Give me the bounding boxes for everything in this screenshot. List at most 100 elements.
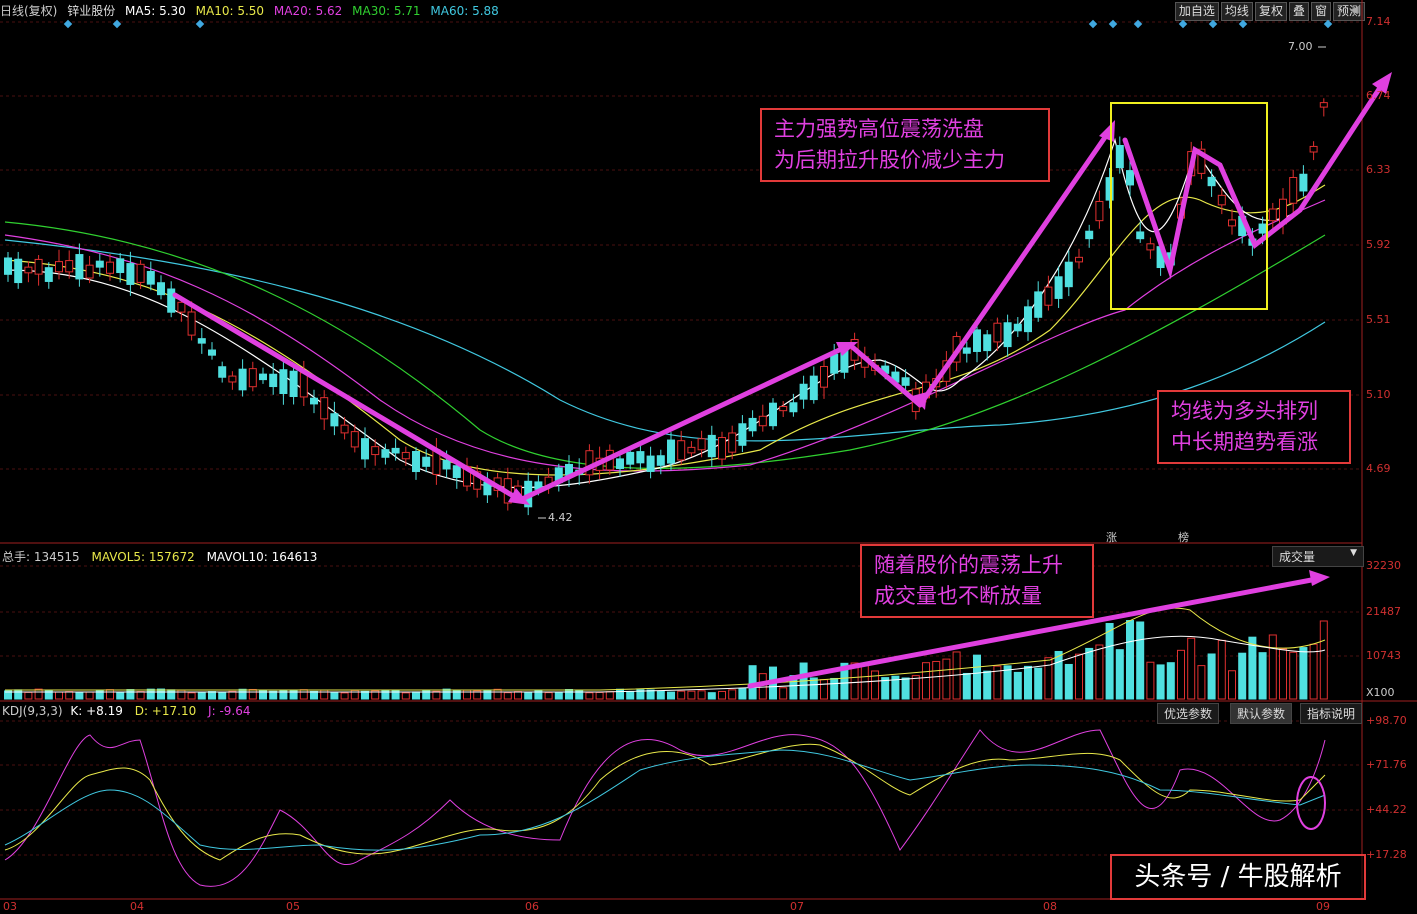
candle-body (1258, 223, 1267, 234)
kdj-d: D: +17.10 (134, 704, 197, 718)
volume-bar (330, 691, 339, 700)
candle-body (1268, 208, 1277, 222)
candle-body (718, 437, 726, 460)
volume-bar (24, 691, 33, 700)
volume-bar (565, 689, 573, 700)
candle-body (769, 402, 777, 427)
volume-bar (340, 692, 349, 700)
volume-bar (1085, 647, 1094, 700)
candle-body (442, 459, 451, 470)
annotation-line: 主力强势高位震荡洗盘 (774, 117, 984, 141)
candle-body (656, 455, 665, 466)
candle-body (748, 417, 757, 432)
indicator-help-button[interactable]: 指标说明 (1300, 703, 1363, 724)
volume-bars (4, 620, 1328, 700)
volume-tick: 32230 (1366, 559, 1401, 572)
annotation-line: 中长期趋势看涨 (1171, 430, 1318, 454)
date-tick: 04 (130, 900, 144, 913)
volume-bar (1024, 665, 1032, 700)
candle-body (361, 438, 369, 460)
volume-bar (1105, 623, 1114, 700)
consolidation-box (1110, 102, 1268, 310)
volume-bar (830, 677, 839, 700)
mavol10-label: MAVOL10: 164613 (206, 550, 318, 564)
candle-body (697, 438, 706, 451)
volume-bar (34, 688, 43, 700)
event-markers (63, 19, 1333, 29)
candle-body (310, 397, 318, 405)
candle-body (248, 368, 257, 388)
volume-bar (146, 688, 155, 700)
optimize-params-button[interactable]: 优选参数 (1157, 703, 1220, 724)
volume-bar (1177, 649, 1185, 700)
candle-body (779, 405, 788, 412)
ranking-badge: 榜 (1178, 531, 1189, 544)
volume-bar (677, 690, 686, 700)
volume-bar (595, 691, 604, 700)
limit-up-badge: 涨 (1106, 531, 1117, 544)
volume-bar (65, 691, 74, 700)
candle-body (340, 424, 349, 434)
candle-body (320, 397, 329, 420)
volume-bar (218, 692, 227, 700)
volume-bar (503, 692, 512, 700)
kdj-cross-highlight (1296, 776, 1326, 830)
candle-body (1319, 102, 1328, 108)
kdj-tick: +98.70 (1366, 714, 1407, 727)
date-tick: 03 (3, 900, 17, 913)
candle-body (75, 254, 84, 280)
candle-body (65, 260, 74, 273)
candle-body (1289, 176, 1298, 204)
annotation-line: 成交量也不断放量 (874, 584, 1042, 608)
candle-body (1146, 243, 1155, 251)
date-tick: 07 (790, 900, 804, 913)
candle-body (34, 258, 43, 275)
volume-bar (911, 675, 920, 700)
candle-body (422, 456, 431, 467)
volume-bar (820, 679, 828, 700)
volume-bar (14, 689, 23, 700)
volume-bar (320, 689, 329, 700)
watermark-text: 头条号 / 牛股解析 (1134, 862, 1342, 892)
volume-bar (524, 692, 533, 700)
candle-body (1003, 322, 1012, 348)
kdj-tick: +44.22 (1366, 803, 1407, 816)
volume-bar (1309, 643, 1318, 700)
candle-body (167, 288, 176, 313)
annotation-line: 随着股价的震荡上升 (874, 553, 1063, 577)
candle-body (1085, 230, 1094, 240)
candle-body (187, 311, 196, 336)
candle-body (1075, 256, 1083, 263)
volume-header: 总手: 134515 MAVOL5: 157672 MAVOL10: 16461… (2, 548, 317, 565)
volume-bar (575, 689, 584, 700)
candle-body (228, 375, 237, 383)
volume-bar (116, 691, 125, 700)
indicator-select[interactable]: 成交量 ▼ (1272, 546, 1364, 567)
volume-bar (1319, 620, 1328, 700)
candle-body (1013, 323, 1022, 332)
volume-bar (208, 691, 216, 700)
candle-body (636, 451, 645, 464)
date-tick: 06 (525, 900, 539, 913)
candle-body (1034, 291, 1043, 318)
volume-tick: 21487 (1366, 605, 1401, 618)
volume-total: 总手: 134515 (2, 550, 80, 564)
default-params-button[interactable]: 默认参数 (1230, 703, 1293, 724)
kdj-name: KDJ(9,3,3) (2, 704, 63, 718)
candle-body (707, 434, 716, 458)
candle-body (95, 260, 104, 268)
volume-bar (1156, 664, 1165, 700)
volume-unit: X100 (1366, 686, 1395, 699)
annotation-line: 为后期拉升股价减少主力 (774, 148, 1005, 172)
candle-body (218, 366, 227, 378)
candle-body (238, 368, 247, 391)
low-price-label: 4.42 (548, 511, 573, 524)
volume-bar (901, 677, 910, 700)
candle-body (728, 432, 737, 453)
volume-bar (616, 688, 624, 700)
candle-body (350, 431, 359, 448)
volume-bar (157, 688, 165, 700)
candle-body (973, 329, 981, 352)
candle-body (1207, 176, 1216, 187)
candle-body (687, 446, 696, 454)
